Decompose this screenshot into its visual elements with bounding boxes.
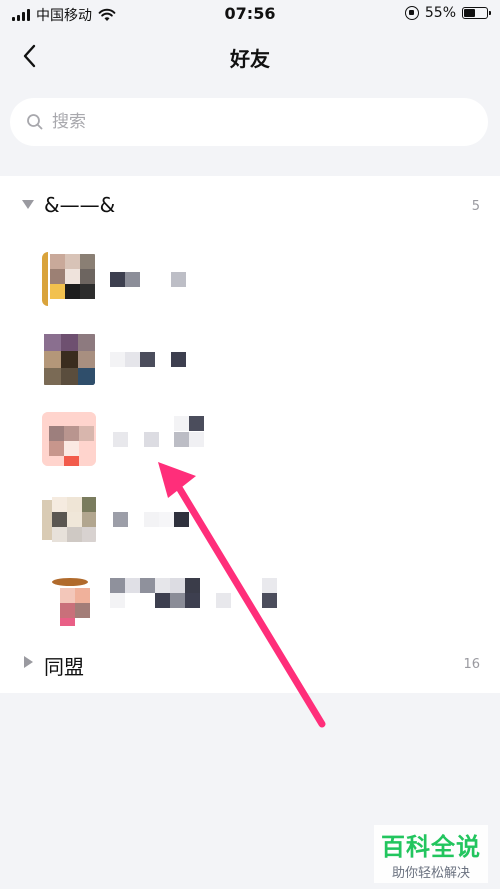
- watermark-title: 百科全说: [381, 833, 481, 861]
- avatar: [42, 412, 96, 466]
- group-count: 16: [463, 657, 480, 672]
- friend-name-blurred: [110, 352, 186, 367]
- avatar: [42, 332, 96, 386]
- status-bar: 中国移动 07:56 55%: [0, 0, 500, 30]
- friend-name-blurred: [113, 512, 189, 527]
- nav-header: 好友: [0, 30, 500, 84]
- group-count: 5: [471, 199, 480, 214]
- group-header-1[interactable]: &——& 5: [0, 176, 500, 236]
- friend-row[interactable]: [0, 322, 500, 402]
- friend-name-blurred: [110, 578, 277, 608]
- search-icon: [27, 114, 43, 130]
- friend-row[interactable]: [0, 562, 500, 642]
- friend-row[interactable]: [0, 482, 500, 562]
- search-bar[interactable]: [10, 98, 488, 146]
- search-input[interactable]: [50, 111, 454, 133]
- friends-list-panel: &——& 5 同盟 16: [0, 176, 500, 693]
- friend-name-blurred: [110, 272, 186, 287]
- watermark-subtitle: 助你轻松解决: [391, 866, 470, 881]
- rotation-lock-icon: [404, 6, 419, 20]
- battery-percent: 55%: [424, 5, 456, 21]
- friend-row[interactable]: [0, 242, 500, 322]
- friend-name-blurred: [113, 416, 204, 447]
- avatar: [42, 252, 96, 306]
- avatar: [42, 572, 96, 626]
- status-right: 55%: [404, 5, 491, 21]
- battery-icon: [462, 7, 491, 19]
- battery-fill: [464, 9, 475, 17]
- avatar: [42, 492, 96, 546]
- page-title: 好友: [230, 47, 270, 71]
- friends-screen: 中国移动 07:56 55% 好友 搜索 &——& 5 同盟 16 百科全说 助…: [0, 0, 500, 889]
- triangle-down-icon: [22, 200, 34, 209]
- group-name: 同盟: [44, 655, 84, 679]
- friend-row[interactable]: [0, 402, 500, 482]
- watermark-logo: 百科全说 助你轻松解决: [374, 825, 488, 883]
- group-header-2[interactable]: 同盟 16: [0, 634, 500, 694]
- group-name: &——&: [44, 193, 116, 217]
- triangle-right-icon: [24, 656, 33, 668]
